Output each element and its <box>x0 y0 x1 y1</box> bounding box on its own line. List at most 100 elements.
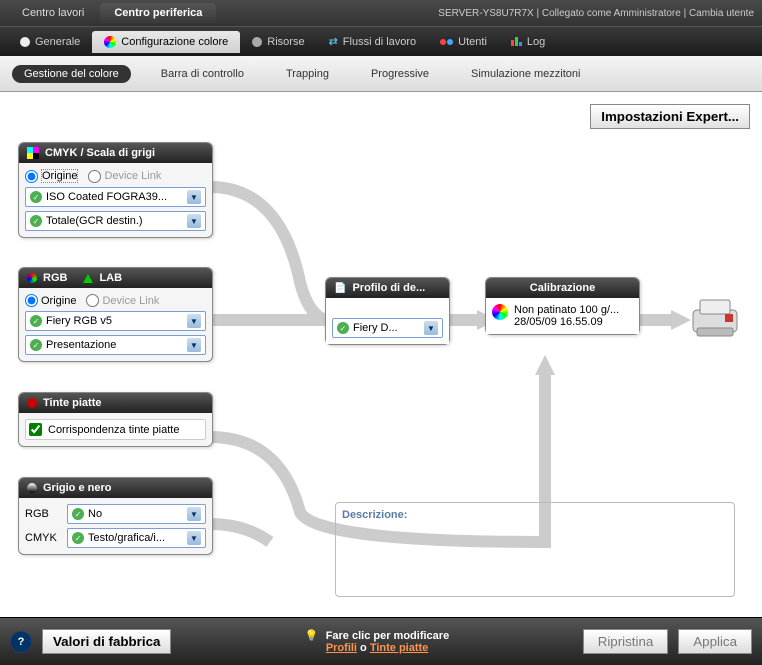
applica-button[interactable]: Applica <box>678 629 752 654</box>
gray-icon <box>27 483 37 493</box>
check-icon: ✓ <box>72 508 84 520</box>
link-profili[interactable]: Profili <box>326 642 357 654</box>
link-tinte-piatte[interactable]: Tinte piatte <box>370 642 428 654</box>
ripristina-button[interactable]: Ripristina <box>583 629 669 654</box>
tab-risorse[interactable]: Risorse <box>240 31 316 53</box>
chevron-down-icon: ▼ <box>424 321 438 335</box>
color-wheel-icon <box>104 36 116 48</box>
descrizione-box: Descrizione: <box>335 502 735 597</box>
spot-icon <box>27 398 37 408</box>
profilo-panel-header: 📄 Profilo di de... <box>326 278 449 298</box>
chevron-down-icon: ▼ <box>187 338 201 352</box>
bulb-icon: 💡 <box>305 630 319 642</box>
calib-date: 28/05/09 16.55.09 <box>514 316 619 328</box>
tab-flussi-lavoro[interactable]: ⇄ Flussi di lavoro <box>317 30 429 53</box>
tab-centro-lavori[interactable]: Centro lavori <box>8 3 98 23</box>
users-icon <box>440 39 453 45</box>
grigio-title: Grigio e nero <box>43 482 111 494</box>
tab-label: Log <box>527 36 545 48</box>
hint-or: o <box>357 642 370 654</box>
profilo-select[interactable]: ✓ Fiery D... ▼ <box>332 318 443 338</box>
server-info: SERVER-YS8U7R7X | Collegato come Amminis… <box>438 8 754 19</box>
tab-configurazione-colore[interactable]: Configurazione colore <box>92 31 240 53</box>
chevron-down-icon: ▼ <box>187 531 201 545</box>
chevron-down-icon: ▼ <box>187 507 201 521</box>
tinte-panel-header: Tinte piatte <box>19 393 212 413</box>
rgb-radio-origine[interactable]: Origine <box>25 294 76 307</box>
cmyk-radio-origine[interactable]: Origine <box>25 169 78 183</box>
calib-icon <box>492 304 508 320</box>
rgb-profile-select[interactable]: ✓ Fiery RGB v5 ▼ <box>25 311 206 331</box>
cmyk-panel-header: CMYK / Scala di grigi <box>19 143 212 163</box>
chevron-down-icon: ▼ <box>187 190 201 204</box>
select-value: Testo/grafica/i... <box>88 532 183 544</box>
gear-icon <box>252 37 262 47</box>
tab-log[interactable]: Log <box>499 31 557 53</box>
radio-label: Device Link <box>102 295 159 307</box>
lab-title: LAB <box>99 272 122 284</box>
profilo-title: Profilo di de... <box>352 282 425 294</box>
subtab-progressive[interactable]: Progressive <box>359 65 441 83</box>
rgb-intent-select[interactable]: ✓ Presentazione ▼ <box>25 335 206 355</box>
subtab-trapping[interactable]: Trapping <box>274 65 341 83</box>
grigio-rgb-select[interactable]: ✓ No ▼ <box>67 504 206 524</box>
check-icon: ✓ <box>30 339 42 351</box>
select-value: No <box>88 508 183 520</box>
select-value: Presentazione <box>46 339 183 351</box>
radio-label: Origine <box>41 169 78 183</box>
check-icon: ✓ <box>337 322 349 334</box>
chevron-down-icon: ▼ <box>187 314 201 328</box>
radio-label: Origine <box>41 295 76 307</box>
calib-media: Non patinato 100 g/... <box>514 304 619 316</box>
subtab-gestione-colore[interactable]: Gestione del colore <box>12 65 131 83</box>
cmyk-icon <box>27 147 39 159</box>
calib-panel-header: Calibrazione <box>486 278 639 298</box>
tinte-title: Tinte piatte <box>43 397 101 409</box>
tab-generale[interactable]: Generale <box>8 31 92 53</box>
rgb-title: RGB <box>43 272 67 284</box>
grigio-cmyk-select[interactable]: ✓ Testo/grafica/i... ▼ <box>67 528 206 548</box>
tab-centro-periferica[interactable]: Centro periferica <box>100 3 216 23</box>
cmyk-title: CMYK / Scala di grigi <box>45 147 155 159</box>
check-icon: ✓ <box>30 191 42 203</box>
rgb-radio-devicelink[interactable]: Device Link <box>86 294 159 307</box>
subtab-barra-controllo[interactable]: Barra di controllo <box>149 65 256 83</box>
cmyk-profile-select[interactable]: ✓ ISO Coated FOGRA39... ▼ <box>25 187 206 207</box>
workflow-icon: ⇄ <box>329 35 338 48</box>
calib-title: Calibrazione <box>530 282 595 294</box>
select-value: Totale(GCR destin.) <box>46 215 183 227</box>
valori-fabbrica-button[interactable]: Valori di fabbrica <box>42 629 171 654</box>
profile-icon: 📄 <box>334 283 346 294</box>
descrizione-label: Descrizione: <box>342 509 728 521</box>
lab-icon <box>83 274 93 283</box>
cmyk-label: CMYK <box>25 532 61 544</box>
general-icon <box>20 37 30 47</box>
tab-label: Flussi di lavoro <box>343 36 416 48</box>
chevron-down-icon: ▼ <box>187 214 201 228</box>
select-value: ISO Coated FOGRA39... <box>46 191 183 203</box>
log-icon <box>511 37 522 46</box>
tab-label: Risorse <box>267 36 304 48</box>
check-icon: ✓ <box>72 532 84 544</box>
rgb-lab-panel-header: RGB LAB <box>19 268 212 288</box>
tab-label: Configurazione colore <box>121 36 228 48</box>
printer-icon <box>685 292 745 342</box>
hint-text: 💡 Fare clic per modificare Profili o Tin… <box>181 629 572 654</box>
cmyk-intent-select[interactable]: ✓Totale(GCR destin.)▼ <box>25 211 206 231</box>
tab-label: Generale <box>35 36 80 48</box>
help-button[interactable]: ? <box>10 631 32 653</box>
select-value: Fiery RGB v5 <box>46 315 183 327</box>
check-icon: ✓ <box>30 315 42 327</box>
tab-label: Utenti <box>458 36 487 48</box>
tab-utenti[interactable]: Utenti <box>428 31 499 53</box>
rgb-icon <box>27 273 37 283</box>
rgb-label: RGB <box>25 508 61 520</box>
grigio-panel-header: Grigio e nero <box>19 478 212 498</box>
subtab-simulazione-mezzitoni[interactable]: Simulazione mezzitoni <box>459 65 592 83</box>
checkbox-label: Corrispondenza tinte piatte <box>48 424 179 436</box>
radio-label: Device Link <box>104 170 161 182</box>
corrispondenza-tinte-checkbox[interactable]: Corrispondenza tinte piatte <box>25 419 206 440</box>
cmyk-radio-devicelink[interactable]: Device Link <box>88 170 161 183</box>
select-value: Fiery D... <box>353 322 420 334</box>
hint-main: Fare clic per modificare <box>326 630 450 642</box>
